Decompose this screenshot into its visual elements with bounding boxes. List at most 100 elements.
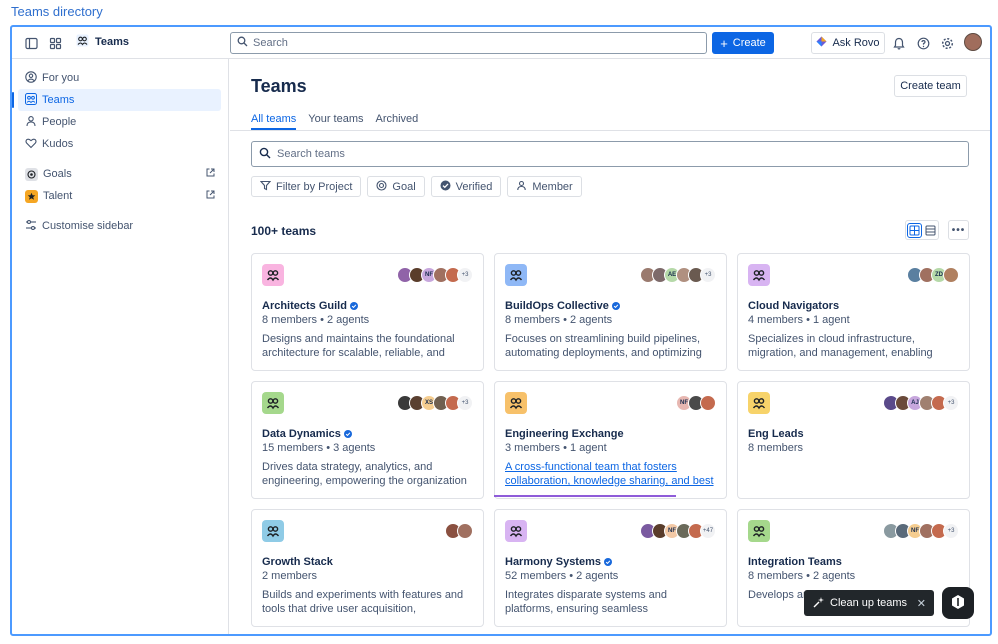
settings-gear-icon[interactable] [938,34,956,52]
verified-badge-icon [343,430,352,438]
person-circle-icon [25,70,37,86]
clean-up-teams-toast[interactable]: Clean up teams ✕ [804,590,934,616]
sidebar-item-kudos[interactable]: Kudos [18,133,221,155]
tabs-divider [230,130,990,131]
person-icon [516,180,527,194]
sidebar-item-goals[interactable]: Goals [18,163,221,185]
filter-chips: Filter by Project Goal Verified Member [251,176,582,197]
member-avatars: +3 AJ [883,395,959,411]
team-meta: 8 members • 2 agents [505,314,613,326]
create-team-button[interactable]: Create team [894,75,967,97]
team-name-label: Integration Teams [748,556,842,568]
teams-logo-icon [76,34,89,50]
teams-grid: +3 NF Architects Guild 8 members • 2 agents… [251,253,971,627]
team-description[interactable]: A cross-functional team that fosters col… [505,460,717,488]
page-heading: Teams directory [11,4,103,19]
team-name[interactable]: Integration Teams [748,556,842,568]
member-avatars: +3 NF [397,267,473,283]
close-icon[interactable]: ✕ [917,597,926,610]
filter-by-project-button[interactable]: Filter by Project [251,176,362,197]
member-avatar [700,395,716,411]
rovo-chat-button[interactable] [942,587,974,619]
team-meta: 2 members [262,570,318,582]
search-teams-placeholder: Search teams [277,148,345,160]
list-view-icon[interactable] [924,224,937,237]
verified-badge-icon [611,302,620,310]
global-search-input[interactable]: Search [230,32,707,54]
grid-view-icon[interactable] [906,222,922,238]
external-link-icon[interactable] [206,168,215,180]
goal-filter-button[interactable]: Goal [367,176,425,197]
ask-rovo-button[interactable]: Ask Rovo [811,32,885,54]
team-card[interactable]: +3 AE BuildOps Collective 8 members • 2 age… [494,253,727,371]
sparkle-brush-icon [813,596,825,611]
tab-all-teams[interactable]: All teams [251,113,297,130]
team-card[interactable]: +3 AJ Eng Leads 8 members [737,381,970,499]
member-avatars: +3 AE [640,267,716,283]
team-card[interactable]: NF Engineering Exchange 3 members • 1 agen… [494,381,727,499]
team-card[interactable]: +3 XS Data Dynamics 15 members • 3 agents Dr… [251,381,484,499]
goal-icon [376,179,387,194]
sidebar-item-people[interactable]: People [18,111,221,133]
team-name[interactable]: Data Dynamics [262,428,352,440]
tab-archived[interactable]: Archived [376,113,419,130]
app-window: Teams Search + Create Ask Rovo For you T… [10,25,992,636]
team-meta: 4 members • 1 agent [748,314,850,326]
filter-icon [259,180,272,194]
sidebar-item-label: Talent [43,190,73,202]
team-name[interactable]: Growth Stack [262,556,333,568]
verified-check-icon [440,180,451,194]
team-meta: 8 members • 2 agents [748,570,856,582]
create-label: Create [732,37,766,49]
team-name[interactable]: Harmony Systems [505,556,612,568]
sidebar-item-for-you[interactable]: For you [18,67,221,89]
view-toggle [905,220,939,240]
team-avatar-icon [262,264,284,286]
team-name[interactable]: BuildOps Collective [505,300,620,312]
more-members-badge: +3 [943,395,959,411]
customise-sidebar-label: Customise sidebar [42,220,134,232]
team-name[interactable]: Eng Leads [748,428,804,440]
goals-icon [25,167,38,181]
customise-sidebar-button[interactable]: Customise sidebar [18,215,221,237]
team-name[interactable]: Engineering Exchange [505,428,624,440]
brand[interactable]: Teams [76,34,129,50]
sidebar-item-talent[interactable]: Talent [18,185,221,207]
sidebar-item-teams[interactable]: Teams [12,89,221,111]
team-meta: 15 members • 3 agents [262,442,376,454]
tab-your-teams[interactable]: Your teams [308,113,363,130]
top-navigation: Teams Search + Create Ask Rovo [12,27,990,59]
team-card[interactable]: +3 NF Architects Guild 8 members • 2 agents… [251,253,484,371]
notifications-bell-icon[interactable] [890,34,908,52]
team-avatar-icon [505,520,527,542]
member-avatar [943,267,959,283]
sidebar-toggle-icon[interactable] [22,34,40,52]
team-card[interactable]: ZD Cloud Navigators 4 members • 1 agent Spe… [737,253,970,371]
sidebar-item-label: For you [42,72,80,84]
member-filter-button[interactable]: Member [507,176,582,197]
team-avatar-icon [262,520,284,542]
sidebar: For you Teams People Kudos Goals Talent … [12,59,229,634]
search-teams-input[interactable]: Search teams [251,141,969,167]
team-description: Specializes in cloud infrastructure, mig… [748,333,933,359]
team-name-label: BuildOps Collective [505,300,609,312]
team-name[interactable]: Architects Guild [262,300,358,312]
plus-icon: + [720,35,728,51]
person-icon [25,115,37,130]
team-name[interactable]: Cloud Navigators [748,300,839,312]
help-icon[interactable] [914,34,932,52]
global-search-placeholder: Search [253,37,288,49]
rovo-label: Ask Rovo [832,37,880,49]
team-card[interactable]: +47 NF Harmony Systems 52 members • 2 agent… [494,509,727,627]
create-button[interactable]: + Create [712,32,774,54]
user-avatar[interactable] [964,33,982,51]
more-options-icon[interactable]: ••• [948,220,969,240]
search-icon [237,36,248,50]
app-switcher-icon[interactable] [46,34,64,52]
member-avatars: +3 NF [883,523,959,539]
external-link-icon[interactable] [206,190,215,202]
more-members-badge: +47 [700,523,716,539]
team-card[interactable]: Growth Stack 2 members Builds and experime… [251,509,484,627]
verified-filter-button[interactable]: Verified [430,176,502,197]
search-icon [259,147,271,162]
